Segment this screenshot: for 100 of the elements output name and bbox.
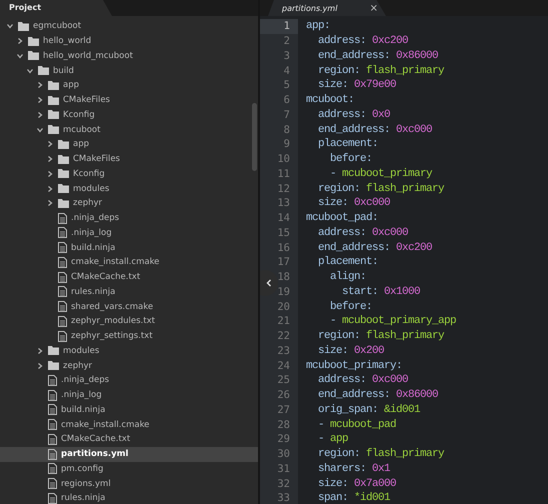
file-icon [48, 434, 57, 445]
code-line: size: 0x7a000 [317, 478, 396, 490]
file-icon [48, 390, 57, 401]
folder-icon [58, 140, 69, 149]
code-line: before: [329, 153, 372, 166]
line-number: 30 [260, 446, 298, 462]
chevron-down-icon[interactable] [36, 126, 44, 134]
tree-item[interactable]: cmake_install.cmake [61, 420, 150, 430]
tree-item[interactable]: hello_world_mcuboot [43, 50, 133, 61]
chevron-right-icon[interactable] [36, 346, 44, 355]
line-number: 2 [260, 34, 298, 48]
line-number: 5 [260, 78, 298, 93]
chevron-right-icon[interactable] [46, 170, 54, 178]
folder-icon [48, 96, 59, 105]
tree-item[interactable]: modules [63, 346, 100, 356]
line-number: 10 [260, 152, 298, 166]
chevron-right-icon[interactable] [36, 362, 44, 370]
chevron-right-icon[interactable] [36, 96, 44, 104]
folder-icon [58, 198, 69, 208]
tree-item[interactable]: app [63, 80, 79, 90]
code-line: address: 0x0 [317, 108, 390, 121]
code-line: - mcuboot_primary [329, 168, 432, 180]
line-number: 21 [260, 314, 298, 329]
tree-item[interactable]: .ninja_deps [61, 375, 110, 386]
file-icon [48, 492, 57, 504]
code-line: sharers: 0x1 [317, 462, 390, 475]
folder-icon [58, 154, 69, 164]
tree-item[interactable]: CMakeFiles [73, 154, 120, 164]
folder-icon [38, 66, 49, 76]
chevron-right-icon[interactable] [36, 110, 44, 119]
file-icon [58, 286, 67, 298]
code-line: start: 0x1000 [341, 286, 420, 298]
tree-item[interactable]: .ninja_log [71, 228, 112, 238]
line-number: 7 [260, 108, 298, 122]
line-number: 16 [260, 240, 298, 255]
file-icon [58, 227, 67, 238]
code-line: mcuboot_primary: [305, 360, 402, 372]
tree-item[interactable]: CMakeCache.txt [61, 434, 130, 444]
tree-item[interactable]: .ninja_deps [71, 213, 120, 224]
code-line: size: 0x200 [317, 344, 384, 357]
scrollbar-thumb[interactable] [252, 103, 257, 171]
tree-item[interactable]: zephyr [63, 360, 92, 371]
folder-icon [58, 169, 69, 178]
chevron-right-icon[interactable] [46, 184, 54, 193]
code-line: placement: [317, 138, 378, 150]
code-line: address: 0xc200 [317, 35, 408, 48]
file-icon [48, 419, 57, 430]
tree-item[interactable]: Kconfig [63, 110, 95, 120]
tree-item[interactable]: shared_vars.cmake [71, 302, 154, 312]
tree-item[interactable]: hello_world [43, 36, 92, 46]
panel-tab[interactable]: Project [0, 0, 112, 16]
line-number: 1 [260, 19, 298, 34]
tree-item[interactable]: pm.config [61, 464, 104, 474]
line-number: 17 [260, 255, 298, 270]
code-line: before: [329, 300, 372, 313]
code-line: region: flash_primary [317, 330, 444, 342]
chevron-right-icon[interactable] [46, 155, 54, 164]
editor-tab[interactable]: partitions.yml × [268, 0, 386, 16]
close-button[interactable]: × [370, 2, 378, 14]
code-line: size: 0x79e00 [317, 79, 396, 92]
tree-item[interactable]: zephyr_modules.txt [71, 316, 155, 326]
chevron-down-icon[interactable] [6, 22, 14, 30]
code-line: app: [305, 20, 330, 32]
tree-item[interactable]: CMakeFiles [63, 95, 110, 106]
tree-item[interactable]: mcuboot [63, 124, 100, 135]
tree-item[interactable]: cmake_install.cmake [71, 257, 160, 268]
tree-item[interactable]: rules.ninja [71, 286, 116, 297]
tree-item[interactable]: build.ninja [71, 242, 116, 253]
file-icon [48, 374, 57, 386]
chevron-right-icon[interactable] [36, 81, 44, 90]
tree-item[interactable]: zephyr [73, 198, 102, 208]
code-line: end_address: 0x86000 [317, 50, 438, 62]
line-number: 33 [260, 491, 298, 504]
file-icon [58, 272, 67, 283]
code-line: region: flash_primary [317, 448, 444, 460]
chevron-right-icon[interactable] [16, 37, 24, 46]
line-number: 23 [260, 344, 298, 358]
tree-item[interactable]: egmcuboot [33, 21, 82, 32]
code-line: region: flash_primary [317, 64, 444, 77]
tree-item[interactable]: app [73, 139, 89, 150]
chevron-down-icon[interactable] [16, 52, 24, 60]
tree-item[interactable]: partitions.yml [61, 449, 128, 460]
line-number: 24 [260, 358, 298, 373]
tree-item[interactable]: rules.ninja [61, 493, 106, 504]
tree-item[interactable]: build [53, 66, 74, 76]
file-icon [48, 448, 57, 460]
chevron-down-icon[interactable] [26, 66, 34, 75]
chevron-right-icon[interactable] [46, 140, 54, 148]
tree-item[interactable]: zephyr_settings.txt [71, 331, 153, 342]
file-icon [58, 301, 67, 312]
tree-item[interactable]: build.ninja [61, 404, 106, 415]
tree-item[interactable]: CMakeCache.txt [71, 272, 140, 282]
tree-item[interactable]: .ninja_log [61, 390, 102, 400]
tree-item[interactable]: Kconfig [73, 168, 105, 179]
tree-item[interactable]: modules [73, 184, 110, 194]
code-line: - mcuboot_pad [317, 418, 396, 431]
chevron-right-icon[interactable] [46, 199, 54, 208]
tree-item[interactable]: regions.yml [61, 478, 111, 489]
chevron-left-icon [266, 279, 272, 287]
code-line: mcuboot: [305, 94, 354, 106]
